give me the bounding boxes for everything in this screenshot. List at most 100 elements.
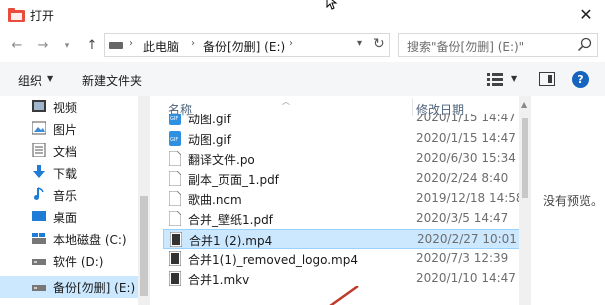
file-icon — [169, 191, 181, 206]
nav-scrollbar-thumb[interactable] — [140, 196, 148, 296]
nav-item-label: 图片 — [53, 123, 78, 137]
folder-app-icon — [8, 8, 25, 22]
new-folder-button[interactable]: 新建文件夹 — [82, 72, 142, 89]
video-file-icon — [169, 251, 181, 266]
music-icon — [34, 187, 44, 200]
nav-item-desktop[interactable]: 桌面 — [0, 206, 138, 228]
gif-icon: GIF — [169, 114, 181, 125]
drive-e-icon — [32, 285, 46, 291]
file-name: 合并_壁纸1.pdf — [188, 213, 273, 227]
organize-button[interactable]: 组织 — [18, 72, 42, 89]
help-icon[interactable]: ? — [572, 71, 589, 88]
address-bar[interactable]: › 此电脑 › 备份[勿删] (E:) › ▾ ↻ — [104, 33, 390, 57]
up-arrow-icon[interactable]: ↑ — [83, 37, 101, 55]
svg-text:GIF: GIF — [170, 137, 178, 143]
file-row[interactable]: 翻译文件.po 2020/6/30 15:34 — [163, 149, 520, 169]
preview-empty-text: 没有预览。 — [543, 194, 604, 208]
documents-icon — [32, 143, 46, 157]
file-icon — [169, 211, 181, 226]
nav-item-downloads[interactable]: 下载 — [0, 162, 138, 184]
search-placeholder: 搜索"备份[勿删] (E:)" — [407, 40, 525, 54]
nav-item-drive-c[interactable]: 本地磁盘 (C:) — [0, 228, 138, 250]
breadcrumb-separator-icon[interactable]: › — [129, 38, 133, 49]
file-name: 动图.gif — [188, 114, 231, 126]
breadcrumb-drive-e[interactable]: 备份[勿删] (E:) — [203, 38, 285, 55]
forward-arrow-icon[interactable]: → — [34, 37, 52, 55]
refresh-icon[interactable]: ↻ — [373, 36, 385, 52]
nav-item-drive-d[interactable]: 软件 (D:) — [0, 250, 138, 272]
file-row[interactable]: GIF 动图.gif 2020/1/15 14:47 — [163, 114, 520, 128]
search-input[interactable]: 搜索"备份[勿删] (E:)" — [398, 33, 598, 57]
file-name: 歌曲.ncm — [188, 193, 242, 207]
nav-item-label: 备份[勿删] (E:) — [53, 281, 136, 295]
nav-item-label: 本地磁盘 (C:) — [53, 233, 127, 247]
file-date: 2020/7/3 12:39 — [416, 251, 509, 265]
file-name: 合并1(1)_removed_logo.mp4 — [188, 253, 358, 267]
file-name: 合并1.mkv — [188, 273, 250, 287]
file-date: 2020/2/24 8:40 — [416, 171, 509, 185]
file-icon — [169, 171, 181, 186]
file-name: 合并1 (2).mp4 — [189, 234, 273, 248]
video-file-icon — [169, 271, 181, 286]
chevron-down-icon[interactable]: ▼ — [511, 74, 517, 83]
sort-chevron-up-icon[interactable]: ︿ — [282, 96, 290, 107]
close-button[interactable]: ✕ — [575, 4, 597, 26]
back-arrow-icon[interactable]: ← — [8, 37, 26, 55]
svg-text:GIF: GIF — [170, 116, 178, 122]
file-date: 2020/2/27 10:01 — [417, 232, 517, 246]
drive-icon — [109, 42, 123, 49]
breadcrumb-separator-icon[interactable]: › — [289, 38, 293, 49]
file-row[interactable]: GIF 动图.gif 2020/1/15 14:47 — [163, 129, 520, 149]
desktop-icon — [32, 211, 46, 221]
navigation-pane: 视频 图片 文档 下载 音乐 桌面 本地磁盘 (C:) 软件 (D:) 备份[勿… — [0, 96, 150, 305]
view-options-icon[interactable] — [487, 72, 503, 86]
scroll-up-icon[interactable]: ▲ — [521, 100, 527, 109]
annotation-arrow — [329, 286, 359, 305]
drive-d-icon — [32, 259, 46, 265]
file-name: 翻译文件.po — [188, 153, 255, 167]
nav-item-documents[interactable]: 文档 — [0, 140, 138, 162]
preview-pane-toggle-icon[interactable] — [539, 72, 555, 86]
nav-item-label: 视频 — [53, 101, 78, 115]
file-date: 2020/3/5 14:47 — [416, 211, 509, 225]
file-date: 2020/6/30 15:34 — [416, 151, 516, 165]
address-row: ← → ▾ ↑ › 此电脑 › 备份[勿删] (E:) › ▾ ↻ 搜索"备份[… — [0, 32, 605, 60]
file-list-scrollbar-thumb[interactable] — [522, 118, 528, 198]
nav-item-label: 软件 (D:) — [53, 255, 104, 269]
breadcrumb-separator-icon[interactable]: › — [191, 38, 195, 49]
file-icon — [169, 151, 181, 166]
address-dropdown-icon[interactable]: ▾ — [357, 38, 362, 49]
download-icon — [33, 165, 45, 178]
video-file-icon — [170, 232, 182, 247]
nav-item-pictures[interactable]: 图片 — [0, 118, 138, 140]
nav-item-label: 桌面 — [53, 211, 78, 225]
command-toolbar: 组织 ▼ 新建文件夹 ▼ ? — [0, 62, 605, 96]
search-icon[interactable] — [577, 37, 593, 53]
nav-item-drive-e[interactable]: 备份[勿删] (E:) — [0, 276, 138, 298]
chevron-down-icon[interactable]: ▼ — [47, 74, 53, 83]
video-icon — [32, 100, 46, 112]
nav-item-videos[interactable]: 视频 — [0, 96, 138, 118]
file-row[interactable]: 歌曲.ncm 2019/12/18 14:58 — [163, 189, 524, 209]
file-name: 动图.gif — [188, 133, 231, 147]
nav-item-label: 文档 — [53, 145, 78, 159]
recent-locations-chevron-icon[interactable]: ▾ — [58, 37, 76, 55]
file-row[interactable]: 合并_壁纸1.pdf 2020/3/5 14:47 — [163, 209, 520, 229]
nav-item-label: 音乐 — [53, 189, 78, 203]
drive-c-icon — [32, 233, 46, 244]
nav-item-music[interactable]: 音乐 — [0, 184, 138, 206]
file-date: 2019/12/18 14:58 — [416, 191, 524, 205]
breadcrumb-this-pc[interactable]: 此电脑 — [143, 38, 179, 55]
file-name: 副本_页面_1.pdf — [188, 173, 279, 187]
file-date: 2020/1/15 14:47 — [416, 114, 516, 124]
pictures-icon — [32, 121, 46, 135]
nav-item-label: 下载 — [53, 167, 78, 181]
file-row-selected[interactable]: 合并1 (2).mp4 2020/2/27 10:01 — [163, 229, 520, 249]
title-bar: 打开 ✕ — [0, 0, 605, 30]
gif-icon: GIF — [169, 131, 181, 146]
file-date: 2020/1/10 14:47 — [416, 271, 516, 285]
window-title: 打开 — [30, 9, 55, 23]
file-row[interactable]: 合并1(1)_removed_logo.mp4 2020/7/3 12:39 — [163, 249, 520, 269]
file-date: 2020/1/15 14:47 — [416, 131, 516, 145]
file-row[interactable]: 副本_页面_1.pdf 2020/2/24 8:40 — [163, 169, 520, 189]
